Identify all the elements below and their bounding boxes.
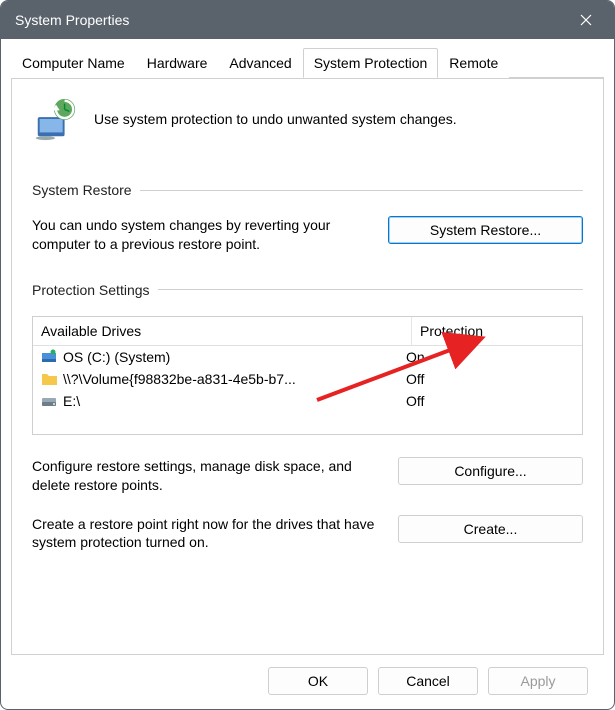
window-title: System Properties [15,12,564,28]
tab-hardware[interactable]: Hardware [136,48,219,78]
protection-settings-group-title: Protection Settings [32,282,583,298]
drive-protection: Off [404,393,574,409]
drive-icon [41,393,59,409]
tab-advanced[interactable]: Advanced [218,48,302,78]
content-area: Computer Name Hardware Advanced System P… [1,39,614,709]
cancel-button[interactable]: Cancel [378,667,478,695]
system-restore-label: System Restore [32,182,132,198]
ok-button[interactable]: OK [268,667,368,695]
drive-row[interactable]: E:\ Off [33,390,582,412]
create-button[interactable]: Create... [398,515,583,543]
system-restore-text: You can undo system changes by reverting… [32,216,370,254]
drive-protection: On [404,349,574,365]
configure-text: Configure restore settings, manage disk … [32,457,380,495]
folder-icon [41,371,59,387]
create-text: Create a restore point right now for the… [32,515,380,553]
os-drive-icon [41,349,59,365]
titlebar: System Properties [1,1,614,39]
tab-system-protection[interactable]: System Protection [303,48,439,78]
protection-settings-label: Protection Settings [32,282,150,298]
close-icon [580,14,592,26]
tab-strip: Computer Name Hardware Advanced System P… [11,48,604,79]
dialog-button-row: OK Cancel Apply [11,655,604,709]
drive-row[interactable]: OS (C:) (System) On [33,346,582,368]
close-button[interactable] [564,5,608,35]
system-restore-group-title: System Restore [32,182,583,198]
configure-row: Configure restore settings, manage disk … [32,457,583,495]
system-protection-icon [32,96,78,142]
drive-protection: Off [404,371,574,387]
info-row: Use system protection to undo unwanted s… [32,96,583,142]
drive-name: E:\ [63,393,404,409]
drives-header-protection[interactable]: Protection [412,317,582,345]
create-row: Create a restore point right now for the… [32,515,583,553]
tab-computer-name[interactable]: Computer Name [11,48,136,78]
system-restore-button[interactable]: System Restore... [388,216,583,244]
divider [140,190,583,191]
drive-name: OS (C:) (System) [63,349,404,365]
system-properties-window: System Properties Computer Name Hardware… [0,0,615,710]
drives-header: Available Drives Protection [33,317,582,346]
tab-panel-system-protection: Use system protection to undo unwanted s… [11,77,604,655]
drive-name: \\?\Volume{f98832be-a831-4e5b-b7... [63,371,404,387]
drive-row[interactable]: \\?\Volume{f98832be-a831-4e5b-b7... Off [33,368,582,390]
tab-remote[interactable]: Remote [438,48,509,78]
system-restore-group: System Restore You can undo system chang… [32,182,583,254]
divider [158,289,583,290]
apply-button: Apply [488,667,588,695]
configure-button[interactable]: Configure... [398,457,583,485]
info-text: Use system protection to undo unwanted s… [94,111,457,127]
protection-settings-group: Protection Settings Available Drives Pro… [32,282,583,553]
drives-table: Available Drives Protection OS (C:) (Sys… [32,316,583,435]
drives-header-available[interactable]: Available Drives [33,317,412,345]
